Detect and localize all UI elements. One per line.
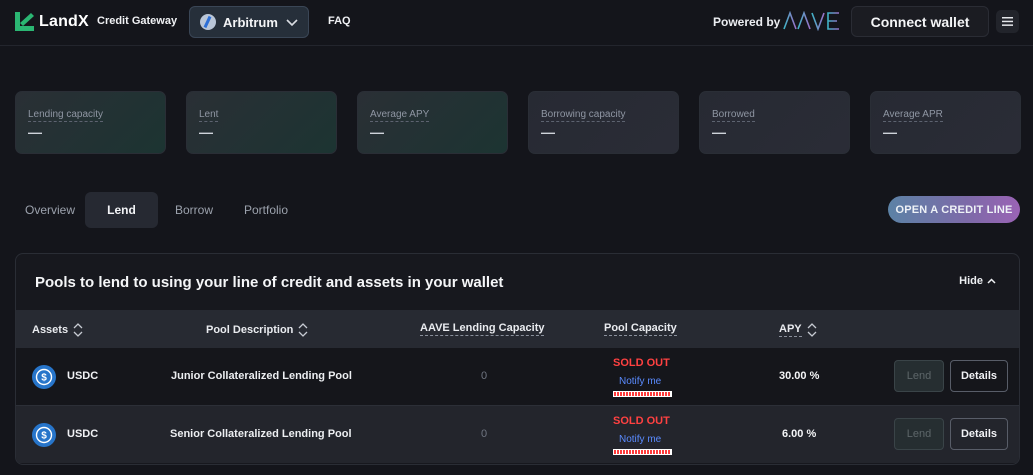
tab-bar: Overview Lend Borrow Portfolio	[15, 192, 302, 228]
notify-me-link[interactable]: Notify me	[619, 376, 661, 387]
asset-symbol: USDC	[67, 370, 99, 382]
hide-toggle[interactable]: Hide	[959, 275, 997, 287]
column-label: Pool Description	[206, 324, 294, 336]
stat-card-lent: Lent —	[186, 91, 337, 154]
connect-wallet-button[interactable]: Connect wallet	[851, 6, 989, 37]
faq-link[interactable]: FAQ	[328, 15, 351, 27]
table-row: $ USDC Senior Collateralized Lending Poo…	[16, 406, 1019, 463]
column-assets[interactable]: Assets	[32, 322, 83, 338]
svg-text:$: $	[41, 431, 47, 442]
chevron-down-icon	[286, 19, 298, 27]
pool-description: Junior Collateralized Lending Pool	[171, 370, 352, 382]
aave-capacity-value: 0	[481, 370, 488, 382]
aave-logo[interactable]	[783, 11, 841, 31]
landx-logo-icon	[15, 12, 34, 31]
apy-value: 6.00 %	[782, 428, 817, 440]
stat-value: —	[712, 124, 726, 140]
notify-me-link[interactable]: Notify me	[619, 434, 661, 445]
stat-label[interactable]: Borrowed	[712, 109, 755, 122]
menu-icon	[1002, 17, 1013, 26]
pool-capacity-bar	[613, 391, 672, 397]
hide-label: Hide	[959, 275, 983, 287]
pools-panel: Pools to lend to using your line of cred…	[15, 253, 1020, 465]
column-label: AAVE Lending Capacity	[420, 322, 545, 336]
tab-portfolio[interactable]: Portfolio	[230, 192, 302, 228]
apy-value: 30.00 %	[779, 370, 820, 382]
stat-value: —	[883, 124, 897, 140]
asset-symbol: USDC	[67, 428, 99, 440]
chevron-up-icon	[987, 277, 996, 284]
pools-title: Pools to lend to using your line of cred…	[35, 274, 504, 291]
table-row: $ USDC Junior Collateralized Lending Poo…	[16, 348, 1019, 405]
stat-value: —	[541, 124, 555, 140]
sold-out-label: SOLD OUT	[613, 357, 670, 369]
pool-capacity-bar	[613, 449, 672, 455]
stat-label[interactable]: Borrowing capacity	[541, 109, 626, 122]
app-subtitle: Credit Gateway	[97, 15, 178, 27]
usdc-icon: $	[32, 423, 56, 447]
stat-card-average-apr: Average APR —	[870, 91, 1021, 154]
details-button[interactable]: Details	[950, 418, 1008, 450]
tab-overview[interactable]: Overview	[15, 192, 85, 228]
column-label: Assets	[32, 324, 69, 336]
tab-borrow[interactable]: Borrow	[158, 192, 230, 228]
sort-icon	[73, 323, 83, 337]
details-button[interactable]: Details	[950, 360, 1008, 392]
tab-lend[interactable]: Lend	[85, 192, 158, 228]
stat-value: —	[199, 124, 213, 140]
stat-label[interactable]: Lent	[199, 109, 219, 122]
stat-label[interactable]: Average APR	[883, 109, 943, 122]
lend-button[interactable]: Lend	[894, 360, 944, 392]
column-aave-lending-capacity[interactable]: AAVE Lending Capacity	[420, 322, 545, 336]
svg-text:$: $	[41, 373, 47, 384]
sort-icon	[807, 323, 817, 337]
landx-logo[interactable]: LandX	[15, 12, 89, 31]
column-label: APY	[779, 323, 802, 337]
stat-value: —	[28, 124, 42, 140]
stat-label[interactable]: Average APY	[370, 109, 430, 122]
pool-description: Senior Collateralized Lending Pool	[170, 428, 352, 440]
column-pool-description[interactable]: Pool Description	[206, 322, 308, 338]
stat-value: —	[370, 124, 384, 140]
column-pool-capacity[interactable]: Pool Capacity	[604, 322, 677, 336]
stat-label[interactable]: Lending capacity	[28, 109, 104, 122]
network-selector[interactable]: Arbitrum	[189, 6, 309, 38]
lend-button[interactable]: Lend	[894, 418, 944, 450]
network-label: Arbitrum	[223, 14, 278, 30]
stat-card-average-apy: Average APY —	[357, 91, 508, 154]
stat-card-lending-capacity: Lending capacity —	[15, 91, 166, 154]
column-apy[interactable]: APY	[779, 322, 817, 338]
menu-button[interactable]	[996, 10, 1019, 33]
sold-out-label: SOLD OUT	[613, 415, 670, 427]
usdc-icon: $	[32, 365, 56, 389]
aave-capacity-value: 0	[481, 428, 488, 440]
brand-name: LandX	[39, 12, 89, 30]
powered-by-label: Powered by	[713, 15, 781, 29]
arbitrum-icon	[200, 14, 216, 30]
stat-card-borrowing-capacity: Borrowing capacity —	[528, 91, 679, 154]
sort-icon	[298, 323, 308, 337]
column-label: Pool Capacity	[604, 322, 677, 336]
open-credit-line-button[interactable]: OPEN A CREDIT LINE	[888, 196, 1020, 223]
table-header: Assets Pool Description AAVE Lending Cap…	[16, 310, 1019, 348]
top-navbar: LandX Credit Gateway Arbitrum FAQ Powere…	[0, 0, 1033, 46]
stat-card-borrowed: Borrowed —	[699, 91, 850, 154]
